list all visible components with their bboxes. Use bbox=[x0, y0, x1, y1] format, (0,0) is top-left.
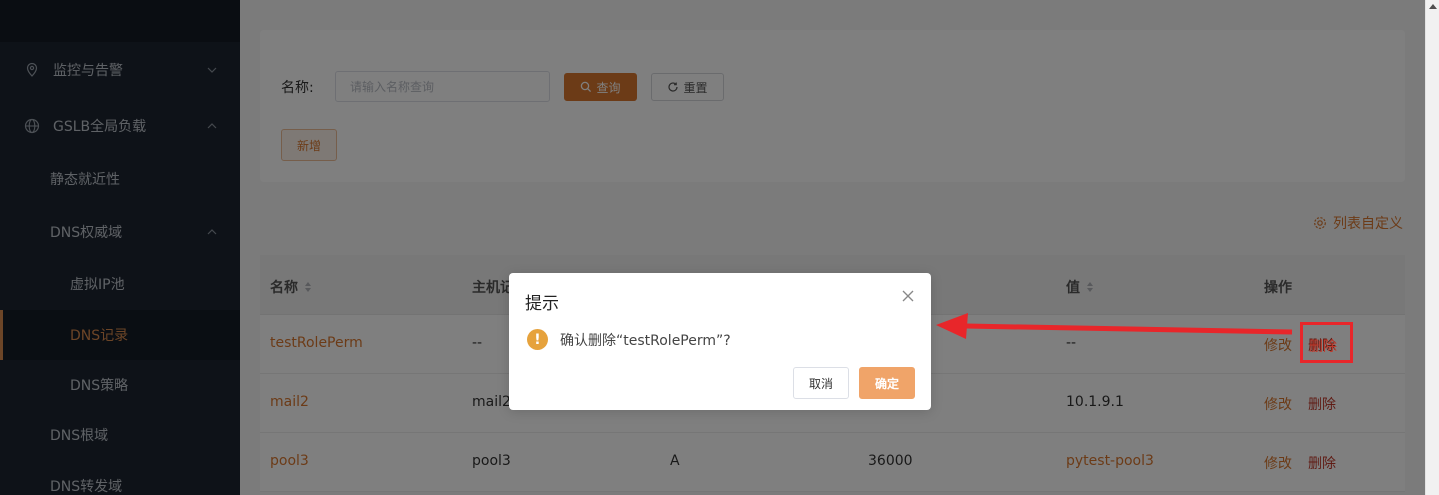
dialog-message-row: ! 确认删除“testRolePerm”? bbox=[527, 329, 731, 350]
close-icon[interactable] bbox=[901, 289, 915, 303]
cancel-button[interactable]: 取消 bbox=[793, 367, 849, 399]
confirm-button[interactable]: 确定 bbox=[859, 367, 915, 399]
dialog-title: 提示 bbox=[525, 294, 559, 314]
warning-icon: ! bbox=[527, 329, 548, 350]
confirm-dialog: 提示 ! 确认删除“testRolePerm”? 取消 确定 bbox=[509, 273, 931, 410]
scroll-up-arrow-icon[interactable] bbox=[1429, 4, 1437, 9]
confirm-button-label: 确定 bbox=[874, 376, 899, 391]
dialog-message: 确认删除“testRolePerm”? bbox=[560, 332, 731, 349]
annotation-arrow-icon bbox=[936, 313, 1293, 339]
cancel-button-label: 取消 bbox=[808, 376, 833, 391]
scrollbar[interactable] bbox=[1425, 0, 1439, 495]
modal-mask[interactable] bbox=[0, 0, 1439, 495]
